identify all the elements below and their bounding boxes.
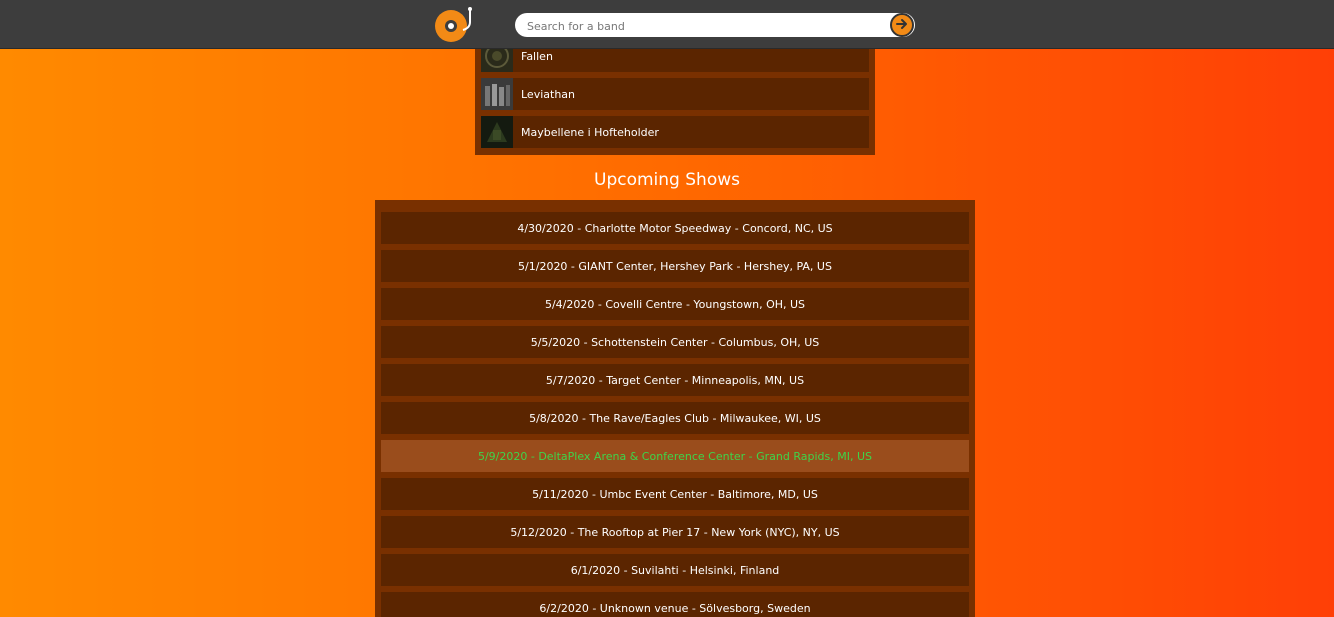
arrow-right-icon [895,16,909,35]
show-item[interactable]: 5/12/2020 - The Rooftop at Pier 17 - New… [381,516,969,548]
show-item[interactable]: 5/11/2020 - Umbc Event Center - Baltimor… [381,478,969,510]
album-item[interactable]: Leviathan [481,78,869,110]
show-item[interactable]: 5/1/2020 - GIANT Center, Hershey Park - … [381,250,969,282]
search-box [515,13,915,37]
shows-list: 4/30/2020 - Charlotte Motor Speedway - C… [375,200,975,617]
album-list: Fallen Leviathan Maybellene i Hofteholde… [475,37,875,155]
album-cover-image [481,116,513,148]
search-input[interactable] [525,16,889,36]
album-title: Maybellene i Hofteholder [521,125,659,139]
album-title: Fallen [521,49,553,63]
show-item[interactable]: 5/8/2020 - The Rave/Eagles Club - Milwau… [381,402,969,434]
album-item[interactable]: Maybellene i Hofteholder [481,116,869,148]
show-item[interactable]: 5/5/2020 - Schottenstein Center - Columb… [381,326,969,358]
show-item[interactable]: 6/2/2020 - Unknown venue - Sölvesborg, S… [381,592,969,617]
show-item[interactable]: 4/30/2020 - Charlotte Motor Speedway - C… [381,212,969,244]
upcoming-shows-title: Upcoming Shows [594,170,740,190]
show-item[interactable]: 5/4/2020 - Covelli Centre - Youngstown, … [381,288,969,320]
show-item[interactable]: 6/1/2020 - Suvilahti - Helsinki, Finland [381,554,969,586]
top-bar [0,0,1334,49]
album-cover-image [481,78,513,110]
album-title: Leviathan [521,87,576,101]
turntable-logo-icon[interactable] [434,6,476,44]
show-item[interactable]: 5/7/2020 - Target Center - Minneapolis, … [381,364,969,396]
show-item-highlighted[interactable]: 5/9/2020 - DeltaPlex Arena & Conference … [381,440,969,472]
search-button[interactable] [890,13,914,37]
